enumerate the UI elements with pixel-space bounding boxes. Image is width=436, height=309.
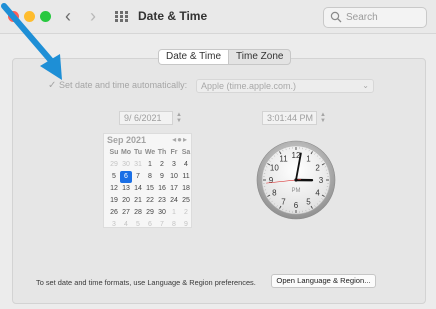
calendar-day[interactable]: 12	[108, 183, 120, 195]
weekday-header: Mo	[120, 149, 132, 156]
annotation-arrow-icon	[1, 3, 62, 80]
calendar-day[interactable]: 3	[168, 159, 180, 171]
search-placeholder: Search	[346, 12, 378, 23]
calendar-day[interactable]: 19	[108, 195, 120, 207]
calendar-day[interactable]: 15	[144, 183, 156, 195]
calendar-day[interactable]: 2	[180, 207, 192, 219]
clock-ampm: PM	[292, 188, 301, 194]
clock-numeral: 9	[269, 176, 274, 185]
calendar-day[interactable]: 1	[144, 159, 156, 171]
calendar-grid: Su Mo Tu We Th Fr Sa 29 30 31 1 2 3 4 5 6 7 8 9 10 11 12 13 14 1…	[108, 147, 192, 231]
calendar-day[interactable]: 6	[144, 219, 156, 231]
clock-numeral: 3	[319, 176, 324, 185]
calendar-day[interactable]: 11	[180, 171, 192, 183]
calendar-day[interactable]: 4	[120, 219, 132, 231]
weekday-header: Sa	[181, 149, 191, 156]
calendar-day[interactable]: 22	[144, 195, 156, 207]
time-value: 3:01:44 PM	[267, 113, 314, 123]
clock-numeral: 4	[315, 189, 320, 198]
calendar-day[interactable]: 24	[168, 195, 180, 207]
calendar-day[interactable]: 31	[132, 159, 144, 171]
time-server-select[interactable]: Apple (time.apple.com.) ⌄	[196, 79, 374, 93]
calendar-day[interactable]: 30	[120, 159, 132, 171]
tab-date-time[interactable]: Date & Time	[159, 50, 230, 64]
date-time-window: ‹ › Date & Time Search Date & Time Time …	[0, 0, 436, 309]
forward-icon[interactable]: ›	[90, 7, 96, 25]
calendar-day[interactable]: 10	[168, 171, 180, 183]
calendar-day[interactable]: 2	[156, 159, 168, 171]
calendar-day[interactable]: 9	[180, 219, 192, 231]
stepper-down-icon[interactable]: ▼	[176, 118, 182, 124]
clock-numeral: 10	[270, 164, 279, 173]
weekday-header: Su	[109, 149, 119, 156]
calendar-day[interactable]: 16	[156, 183, 168, 195]
calendar-day[interactable]: 8	[168, 219, 180, 231]
calendar: Sep 2021 ◂●▸ Su Mo Tu We Th Fr Sa 29 30 31 1 2 3 4 5 6 7…	[103, 133, 192, 228]
calendar-day[interactable]: 7	[132, 171, 144, 183]
content-panel	[12, 58, 426, 304]
tab-bar: Date & Time Time Zone	[158, 49, 292, 65]
calendar-day[interactable]: 18	[180, 183, 192, 195]
calendar-nav: ◂●▸	[172, 135, 188, 144]
calendar-day[interactable]: 5	[132, 219, 144, 231]
clock-numeral: 5	[306, 198, 311, 207]
open-language-region-button[interactable]: Open Language & Region...	[271, 274, 376, 288]
chevron-down-icon: ⌄	[362, 81, 369, 90]
calendar-month-label: Sep 2021	[107, 135, 147, 145]
calendar-day[interactable]: 1	[168, 207, 180, 219]
calendar-day[interactable]: 5	[108, 171, 120, 183]
analog-clock: 12 1234567891011PM	[256, 140, 336, 220]
clock-numeral: 1	[306, 154, 311, 163]
time-server-value: Apple (time.apple.com.)	[201, 81, 297, 91]
calendar-day[interactable]: 4	[180, 159, 192, 171]
time-stepper[interactable]: ▲ ▼	[319, 111, 328, 125]
clock-numeral: 11	[279, 154, 288, 163]
weekday-header: Th	[157, 149, 167, 156]
date-value: 9/ 6/2021	[124, 113, 162, 123]
calendar-day-selected[interactable]: 6	[120, 171, 132, 183]
clock-numeral: 8	[272, 189, 277, 198]
show-all-grid-icon[interactable]	[115, 11, 128, 23]
calendar-day[interactable]: 17	[168, 183, 180, 195]
calendar-day[interactable]: 9	[156, 171, 168, 183]
calendar-day[interactable]: 26	[108, 207, 120, 219]
tab-time-zone[interactable]: Time Zone	[229, 50, 290, 64]
clock-numeral: 7	[281, 198, 286, 207]
stepper-down-icon[interactable]: ▼	[320, 118, 326, 124]
clock-numeral: 2	[315, 164, 320, 173]
clock-center-pin	[294, 178, 298, 182]
calendar-day[interactable]: 21	[132, 195, 144, 207]
footer-text: To set date and time formats, use Langua…	[36, 278, 256, 287]
calendar-day[interactable]: 3	[108, 219, 120, 231]
calendar-day[interactable]: 29	[144, 207, 156, 219]
calendar-day[interactable]: 7	[156, 219, 168, 231]
search-icon	[330, 11, 342, 23]
search-field[interactable]: Search	[323, 7, 427, 28]
calendar-day[interactable]: 23	[156, 195, 168, 207]
calendar-day[interactable]: 28	[132, 207, 144, 219]
calendar-day[interactable]: 8	[144, 171, 156, 183]
weekday-header: Fr	[170, 149, 178, 156]
weekday-header: Tu	[133, 149, 143, 156]
calendar-day[interactable]: 14	[132, 183, 144, 195]
window-title: Date & Time	[138, 9, 208, 23]
weekday-header: We	[144, 149, 156, 156]
clock-numeral: 6	[294, 201, 299, 210]
calendar-day[interactable]: 30	[156, 207, 168, 219]
calendar-day[interactable]: 25	[180, 195, 192, 207]
calendar-day[interactable]: 20	[120, 195, 132, 207]
calendar-day[interactable]: 27	[120, 207, 132, 219]
time-field[interactable]: 3:01:44 PM	[262, 111, 317, 125]
calendar-day[interactable]: 29	[108, 159, 120, 171]
calendar-day[interactable]: 13	[120, 183, 132, 195]
next-month-icon[interactable]: ▸	[183, 135, 188, 144]
date-stepper[interactable]: ▲ ▼	[175, 111, 184, 125]
date-field[interactable]: 9/ 6/2021	[119, 111, 173, 125]
